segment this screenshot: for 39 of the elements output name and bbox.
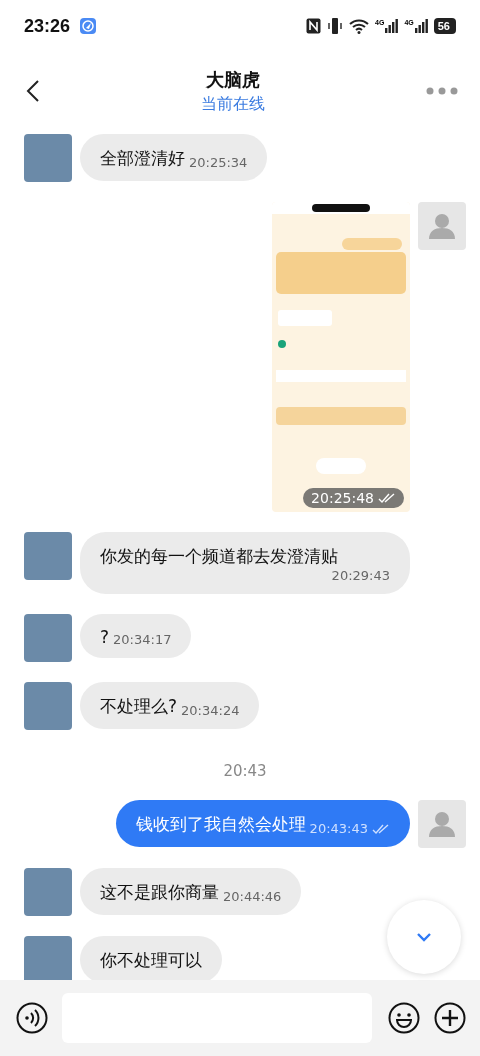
add-button[interactable] (434, 1002, 466, 1034)
contact-avatar-photo[interactable] (24, 868, 72, 916)
message-time: 20:44:46 (223, 889, 282, 904)
app-screenshot-drawing[interactable] (272, 202, 410, 512)
signal-icon (414, 19, 428, 33)
message-text: 钱收到了我自然会处理 (135, 813, 306, 836)
message-time: 20:25:34 (189, 155, 248, 170)
user-avatar-icon[interactable] (418, 800, 466, 848)
message-time: 20:29:43 (331, 568, 390, 583)
contact-avatar-photo[interactable] (24, 936, 72, 980)
contact-name: 大脑虎 (206, 67, 260, 92)
message-text: ? (100, 627, 110, 647)
vibrate-icon (327, 17, 344, 35)
chevron-down-icon (416, 932, 432, 942)
online-status: 当前在线 (201, 93, 265, 115)
signal-icon (385, 19, 399, 33)
contact-avatar-photo[interactable] (24, 532, 72, 580)
scroll-down-button[interactable] (387, 900, 461, 974)
wifi-icon (349, 18, 370, 34)
contact-avatar-photo[interactable] (24, 134, 72, 182)
message-text: 你发的每一个频道都去发澄清贴 (100, 545, 338, 568)
voice-button[interactable] (16, 1002, 48, 1034)
message-time: 20:34:24 (181, 703, 240, 718)
battery-level: 56 (433, 18, 456, 34)
message-text: 不处理么? (100, 695, 178, 718)
app-notification-icon (80, 18, 97, 34)
contact-avatar-photo[interactable] (24, 614, 72, 662)
clock-time: 23:26 (24, 15, 71, 37)
message-text: 全部澄清好 (100, 147, 185, 170)
message-text: 你不处理可以 (100, 949, 202, 972)
message-text: 这不是跟你商量 (100, 881, 219, 904)
emoji-button[interactable] (388, 1002, 420, 1034)
date-separator: 20:43 (222, 762, 268, 780)
nfc-icon (306, 18, 322, 34)
message-time: 20:25:48 (311, 490, 374, 506)
contact-avatar-photo[interactable] (24, 682, 72, 730)
message-time: 20:34:17 (113, 632, 172, 647)
user-avatar-icon[interactable] (418, 202, 466, 250)
message-time: 20:43:43 (309, 821, 368, 836)
